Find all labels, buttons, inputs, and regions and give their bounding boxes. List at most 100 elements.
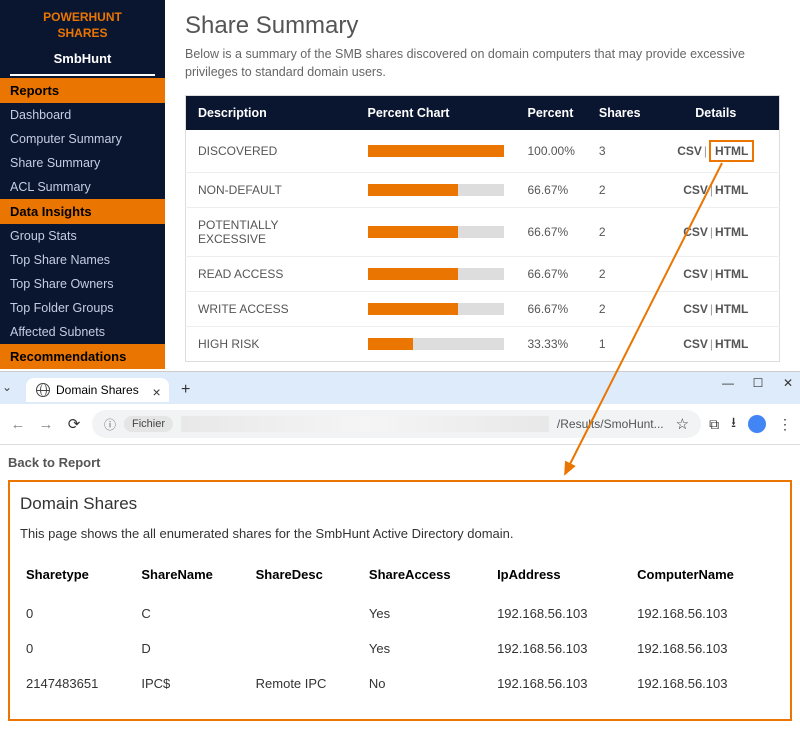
cell: 0: [20, 596, 135, 631]
profile-avatar-icon[interactable]: [748, 415, 766, 433]
report-col: ShareName: [135, 559, 249, 596]
maximize-icon[interactable]: ☐: [750, 376, 766, 390]
html-report-page: Back to Report Domain Shares This page s…: [0, 445, 800, 741]
url-input[interactable]: ⓘ Fichier /Results/SmoHunt... ☆: [92, 410, 701, 438]
cell-chart: [356, 208, 516, 257]
app-logo: POWERHUNT SHARES: [0, 0, 165, 47]
table-row: NON-DEFAULT66.67%2CSV|HTML: [186, 173, 780, 208]
minimize-icon[interactable]: —: [720, 376, 736, 390]
browser-tab[interactable]: Domain Shares ×: [26, 378, 169, 402]
window-controls: — ☐ ✕: [720, 376, 796, 390]
shares-table: SharetypeShareNameShareDescShareAccessIp…: [20, 559, 780, 701]
html-link[interactable]: HTML: [709, 140, 754, 162]
cell-pct: 100.00%: [516, 130, 587, 173]
cell-shares: 2: [587, 257, 653, 292]
cell: D: [135, 631, 249, 666]
close-icon[interactable]: ✕: [780, 376, 796, 390]
table-row: WRITE ACCESS66.67%2CSV|HTML: [186, 292, 780, 327]
cell: IPC$: [135, 666, 249, 701]
html-link[interactable]: HTML: [715, 267, 748, 281]
cell: No: [363, 666, 491, 701]
sidebar-item[interactable]: Top Share Names: [0, 248, 165, 272]
sidebar-item[interactable]: Dashboard: [0, 103, 165, 127]
cell-shares: 1: [587, 327, 653, 362]
cell-details: CSV|HTML: [653, 257, 780, 292]
csv-link[interactable]: CSV: [683, 225, 708, 239]
col-percent: Percent: [516, 96, 587, 131]
cell-desc: DISCOVERED: [186, 130, 356, 173]
toolbar-icons: ⧉ ⭳ ⋮: [709, 412, 792, 436]
tab-dropdown-icon[interactable]: ⌄: [2, 380, 12, 394]
sidebar-section-header: Data Insights: [0, 199, 165, 224]
report-col: Sharetype: [20, 559, 135, 596]
cell-chart: [356, 292, 516, 327]
logo-line1: POWERHUNT: [5, 10, 160, 26]
html-link[interactable]: HTML: [715, 225, 748, 239]
cell-shares: 2: [587, 173, 653, 208]
back-button-icon[interactable]: ←: [8, 416, 28, 433]
cell: 192.168.56.103: [491, 596, 631, 631]
sidebar: POWERHUNT SHARES SmbHunt ReportsDashboar…: [0, 0, 165, 367]
tab-bar: ⌄ Domain Shares × + — ☐ ✕: [0, 372, 800, 404]
sidebar-item[interactable]: Share Summary: [0, 151, 165, 175]
bookmark-star-icon[interactable]: ☆: [676, 415, 689, 433]
sidebar-item[interactable]: ACL Summary: [0, 175, 165, 199]
cell-pct: 66.67%: [516, 257, 587, 292]
html-link[interactable]: HTML: [715, 302, 748, 316]
new-tab-button[interactable]: +: [175, 379, 197, 401]
downloads-icon[interactable]: ⭳: [731, 412, 736, 436]
report-col: ShareAccess: [363, 559, 491, 596]
table-row: POTENTIALLY EXCESSIVE66.67%2CSV|HTML: [186, 208, 780, 257]
sidebar-item[interactable]: Computer Summary: [0, 127, 165, 151]
url-redacted: [181, 416, 549, 432]
sidebar-item[interactable]: Affected Subnets: [0, 320, 165, 344]
cell-desc: NON-DEFAULT: [186, 173, 356, 208]
cell-desc: READ ACCESS: [186, 257, 356, 292]
cell-shares: 3: [587, 130, 653, 173]
sidebar-item[interactable]: Top Share Owners: [0, 272, 165, 296]
cell-details: CSV|HTML: [653, 327, 780, 362]
dashboard-app: POWERHUNT SHARES SmbHunt ReportsDashboar…: [0, 0, 800, 367]
table-row: DISCOVERED100.00%3CSV|HTML: [186, 130, 780, 173]
cell-desc: WRITE ACCESS: [186, 292, 356, 327]
report-title: Domain Shares: [20, 494, 780, 514]
html-link[interactable]: HTML: [715, 337, 748, 351]
forward-button-icon[interactable]: →: [36, 416, 56, 433]
table-row: 0CYes192.168.56.103192.168.56.103: [20, 596, 780, 631]
close-tab-icon[interactable]: ×: [153, 384, 161, 400]
csv-link[interactable]: CSV: [677, 144, 702, 158]
report-col: IpAddress: [491, 559, 631, 596]
csv-link[interactable]: CSV: [683, 183, 708, 197]
cell: Yes: [363, 596, 491, 631]
sidebar-item[interactable]: Group Stats: [0, 224, 165, 248]
cell-desc: POTENTIALLY EXCESSIVE: [186, 208, 356, 257]
cell: 0: [20, 631, 135, 666]
cell: [250, 631, 363, 666]
app-brand: SmbHunt: [10, 47, 155, 76]
back-to-report-link[interactable]: Back to Report: [8, 455, 792, 470]
logo-line2: SHARES: [5, 26, 160, 42]
cell: 192.168.56.103: [631, 596, 780, 631]
col-percent-chart: Percent Chart: [356, 96, 516, 131]
extensions-icon[interactable]: ⧉: [709, 416, 719, 433]
report-description: This page shows the all enumerated share…: [20, 526, 780, 541]
browser-window: ⌄ Domain Shares × + — ☐ ✕ ← → ⟳ ⓘ Fichie…: [0, 371, 800, 741]
csv-link[interactable]: CSV: [683, 337, 708, 351]
col-description: Description: [186, 96, 356, 131]
col-details: Details: [653, 96, 780, 131]
cell: 192.168.56.103: [631, 631, 780, 666]
csv-link[interactable]: CSV: [683, 267, 708, 281]
csv-link[interactable]: CSV: [683, 302, 708, 316]
col-shares: Shares: [587, 96, 653, 131]
cell: 192.168.56.103: [491, 666, 631, 701]
globe-icon: [36, 383, 50, 397]
table-row: READ ACCESS 66.67%2CSV|HTML: [186, 257, 780, 292]
cell: C: [135, 596, 249, 631]
menu-icon[interactable]: ⋮: [778, 416, 792, 433]
cell-desc: HIGH RISK: [186, 327, 356, 362]
html-link[interactable]: HTML: [715, 183, 748, 197]
reload-icon[interactable]: ⟳: [64, 415, 84, 433]
table-row: HIGH RISK33.33%1CSV|HTML: [186, 327, 780, 362]
cell-chart: [356, 130, 516, 173]
sidebar-item[interactable]: Top Folder Groups: [0, 296, 165, 320]
